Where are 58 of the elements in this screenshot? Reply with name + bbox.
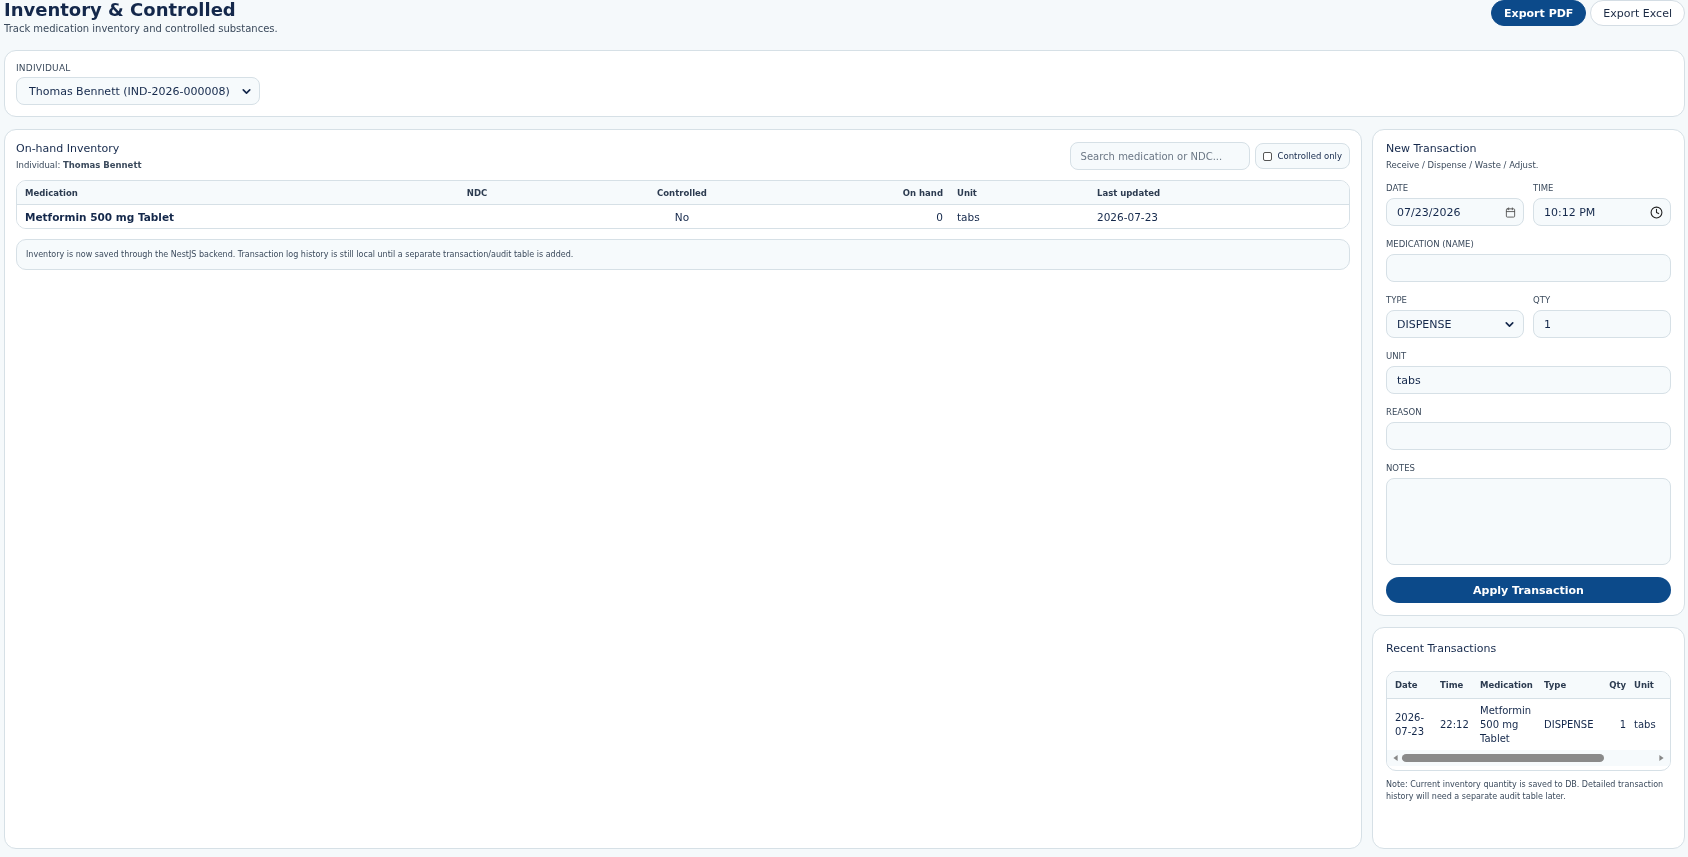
table-cell-text: 1 <box>1618 717 1627 732</box>
notes-field[interactable] <box>1386 478 1671 565</box>
card-subtitle: Receive / Dispense / Waste / Adjust. <box>1386 160 1540 170</box>
field-label: NOTES <box>1386 463 1416 473</box>
table-cell-text: Metformin 500 mg Tablet <box>24 210 176 223</box>
column-header: Last updated <box>1097 187 1162 198</box>
column-header: On hand <box>901 187 944 198</box>
export-excel-button[interactable]: Export Excel <box>1590 0 1685 26</box>
field-label: UNIT <box>1386 351 1408 361</box>
input-field[interactable] <box>1386 254 1671 282</box>
footnote: Note: Current inventory quantity is saved to DB. Detailed transaction history will need a separate audit table later. <box>1386 779 1665 803</box>
field-label: MEDICATION (NAME) <box>1386 239 1475 249</box>
input-field[interactable] <box>1386 422 1671 450</box>
field-label: TIME <box>1533 183 1555 193</box>
page-title: Inventory & Controlled <box>4 0 237 20</box>
table-cell-text: 0 <box>935 210 944 223</box>
card-title: On-hand Inventory <box>16 142 121 155</box>
input-field[interactable]: tabs <box>1386 366 1671 394</box>
page-subtitle: Track medication inventory and controlled substances. <box>4 23 278 34</box>
field-label: REASON <box>1386 407 1423 417</box>
card-title: New Transaction <box>1386 142 1478 155</box>
column-header: Unit <box>1634 680 1655 690</box>
field-label: DATE <box>1386 183 1410 193</box>
table-cell-text: 2026-07-23 <box>1395 710 1426 739</box>
apply-transaction-button[interactable]: Apply Transaction <box>1386 577 1671 603</box>
individual-info: Individual: Thomas Bennett <box>16 160 142 170</box>
column-header: Controlled <box>656 187 708 198</box>
time-field[interactable]: 10:12 PM <box>1533 198 1671 226</box>
type-select[interactable]: DISPENSE <box>1386 310 1524 338</box>
controlled-only-checkbox[interactable]: Controlled only <box>1254 143 1350 169</box>
info-note: Inventory is now saved through the NestJS backend. Transaction log history is still local until a separate transaction/audit table is added. <box>16 239 1350 270</box>
calendar-icon <box>1505 206 1516 218</box>
column-header: Time <box>1440 680 1465 690</box>
table-cell-text: tabs <box>1634 717 1657 732</box>
table-cell-text: DISPENSE <box>1544 717 1595 732</box>
clock-icon <box>1650 205 1663 219</box>
input-field[interactable]: 1 <box>1533 310 1671 338</box>
individual-select[interactable]: Thomas Bennett (IND-2026-000008) <box>16 77 260 105</box>
card-title: Recent Transactions <box>1386 642 1498 655</box>
horizontal-scrollbar[interactable] <box>1387 750 1670 766</box>
column-header: Medication <box>24 187 79 198</box>
table-cell-text: tabs <box>957 210 981 223</box>
date-field[interactable]: 07/23/2026 <box>1386 198 1524 226</box>
table-cell-text: No <box>673 210 691 223</box>
column-header: Medication <box>1480 680 1534 690</box>
field-label: TYPE <box>1386 295 1408 305</box>
field-label: QTY <box>1533 295 1552 305</box>
column-header: Date <box>1395 680 1419 690</box>
table-cell-text: 22:12 <box>1440 717 1470 732</box>
column-header: Type <box>1544 680 1568 690</box>
search-field[interactable]: Search medication or NDC... <box>1069 142 1250 170</box>
field-label: INDIVIDUAL <box>16 63 72 73</box>
column-header: NDC <box>465 187 489 198</box>
export-pdf-button[interactable]: Export PDF <box>1491 0 1587 26</box>
column-header: Unit <box>957 187 978 198</box>
table-cell-text: Metformin 500 mg Tablet <box>1480 703 1533 746</box>
column-header: Qty <box>1608 680 1627 690</box>
table-cell-text: 2026-07-23 <box>1097 210 1160 223</box>
